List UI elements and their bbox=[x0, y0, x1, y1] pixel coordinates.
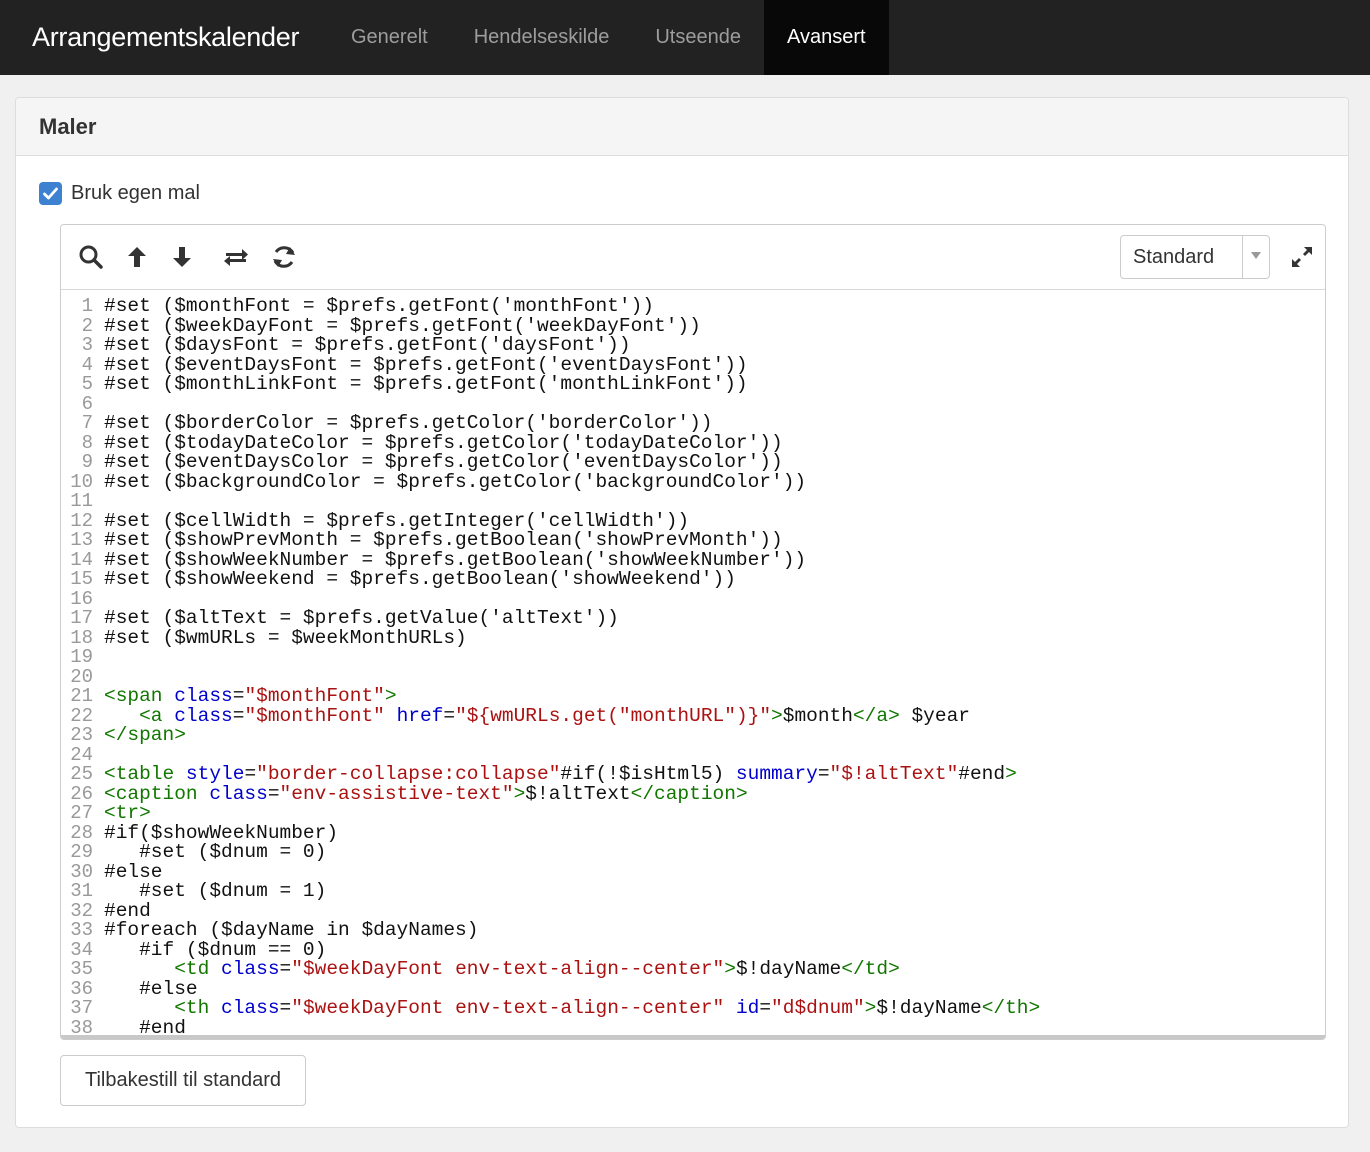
nav-tabs: Generelt Hendelseskilde Utseende Avanser… bbox=[328, 0, 889, 75]
chevron-down-icon bbox=[1251, 252, 1261, 259]
code-line: <tr> bbox=[104, 802, 151, 824]
line-number: 29 bbox=[70, 841, 93, 863]
custom-template-checkbox[interactable] bbox=[39, 181, 62, 205]
code-line: <a class="$monthFont" href="${wmURLs.get… bbox=[139, 704, 970, 727]
custom-template-label[interactable]: Bruk egen mal bbox=[71, 182, 200, 205]
code-line: #set ($backgroundColor = $prefs.getColor… bbox=[104, 470, 807, 493]
editor-toolbar: Standard bbox=[61, 225, 1325, 290]
line-number: 31 bbox=[70, 880, 93, 902]
line-number: 23 bbox=[70, 724, 93, 746]
code-line: #foreach ($dayName in $dayNames) bbox=[104, 919, 479, 941]
refresh-icon[interactable] bbox=[270, 242, 298, 272]
select-divider bbox=[1242, 236, 1243, 278]
code-editor: Standard 1 2 3 4 5 6 7 8 9 10 11 12 13 14 15 16 17 18 19 20… bbox=[60, 224, 1326, 1040]
line-number-gutter: 1 2 3 4 5 6 7 8 9 10 11 12 13 14 15 16 17 18 19 20 21 22 23 24 2… bbox=[61, 295, 97, 1037]
line-number: 9 bbox=[81, 451, 93, 473]
tab-utseende[interactable]: Utseende bbox=[632, 0, 764, 75]
line-number: 5 bbox=[81, 373, 93, 395]
code-line: #set ($showPrevMonth = $prefs.getBoolean… bbox=[104, 529, 783, 551]
theme-select-value: Standard bbox=[1133, 246, 1215, 268]
code-line: #set ($showWeekend = $prefs.getBoolean('… bbox=[104, 568, 736, 590]
theme-select[interactable]: Standard bbox=[1120, 235, 1270, 279]
tab-avansert[interactable]: Avansert bbox=[763, 0, 889, 75]
tab-generelt[interactable]: Generelt bbox=[328, 0, 451, 75]
line-number: 25 bbox=[70, 763, 93, 785]
custom-template-checkbox-row: Bruk egen mal bbox=[39, 180, 200, 206]
panel-heading: Maler bbox=[16, 98, 1348, 156]
line-number: 37 bbox=[70, 997, 93, 1019]
arrow-up-icon[interactable] bbox=[123, 242, 151, 272]
code-lines[interactable]: #set ($monthFont = $prefs.getFont('month… bbox=[104, 295, 1314, 1037]
templates-panel: Maler Bruk egen mal Standard 1 2 3 4 5 6… bbox=[15, 97, 1349, 1128]
search-icon[interactable] bbox=[77, 242, 105, 272]
code-line: #set ($dnum = 1) bbox=[104, 880, 327, 902]
code-line: #set ($dnum = 0) bbox=[104, 841, 327, 863]
code-line: #set ($wmURLs = $weekMonthURLs) bbox=[104, 626, 467, 649]
reset-to-default-button[interactable]: Tilbakestill til standard bbox=[60, 1055, 306, 1106]
line-number: 21 bbox=[70, 685, 93, 707]
line-number: 3 bbox=[81, 334, 93, 356]
panel-title: Maler bbox=[39, 114, 97, 139]
line-number: 15 bbox=[70, 568, 93, 590]
line-number: 11 bbox=[70, 490, 93, 512]
code-line: #set ($eventDaysColor = $prefs.getColor(… bbox=[104, 451, 783, 473]
line-number: 17 bbox=[70, 607, 93, 629]
line-number: 7 bbox=[81, 412, 93, 434]
tab-hendelseskilde[interactable]: Hendelseskilde bbox=[451, 0, 633, 75]
line-number: 27 bbox=[70, 802, 93, 824]
code-line: #set ($monthLinkFont = $prefs.getFont('m… bbox=[104, 373, 748, 395]
line-number: 33 bbox=[70, 919, 93, 941]
swap-icon[interactable] bbox=[222, 242, 250, 272]
code-line: <caption class="env-assistive-text">$!al… bbox=[104, 782, 748, 805]
line-number: 35 bbox=[70, 958, 93, 980]
code-line: #set ($altText = $prefs.getValue('altTex… bbox=[104, 607, 619, 629]
line-number: 1 bbox=[81, 295, 93, 317]
code-line: #set ($borderColor = $prefs.getColor('bo… bbox=[104, 412, 713, 434]
code-line: </span> bbox=[104, 724, 186, 746]
top-navbar: Arrangementskalender Generelt Hendelsesk… bbox=[0, 0, 1370, 75]
code-line: #set ($daysFont = $prefs.getFont('daysFo… bbox=[104, 334, 631, 356]
expand-icon[interactable] bbox=[1287, 242, 1317, 272]
horizontal-scrollbar[interactable] bbox=[61, 1035, 1325, 1039]
code-area[interactable]: 1 2 3 4 5 6 7 8 9 10 11 12 13 14 15 16 17 18 19 20 21 22 23 24 2… bbox=[61, 291, 1325, 1037]
arrow-down-icon[interactable] bbox=[168, 242, 196, 272]
line-number: 13 bbox=[70, 529, 93, 551]
line-number: 19 bbox=[70, 646, 93, 668]
checkmark-icon bbox=[43, 187, 58, 199]
app-title[interactable]: Arrangementskalender bbox=[32, 0, 299, 75]
code-line: <td class="$weekDayFont env-text-align--… bbox=[174, 958, 900, 980]
code-line: <th class="$weekDayFont env-text-align--… bbox=[174, 997, 1041, 1019]
code-line: #set ($monthFont = $prefs.getFont('month… bbox=[104, 295, 654, 317]
